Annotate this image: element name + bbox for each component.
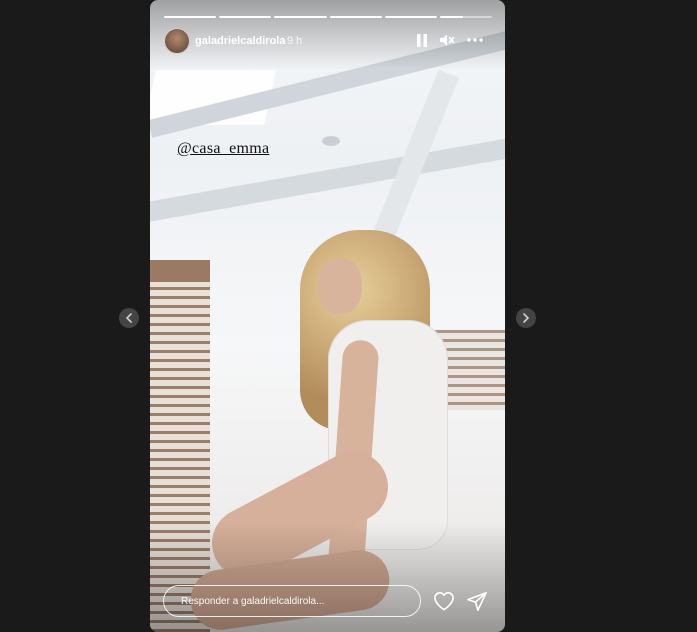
progress-segment [384,16,437,18]
muted-speaker-icon [440,34,455,46]
pause-icon [417,33,427,47]
pause-button[interactable] [413,31,431,49]
progress-segment [439,16,493,18]
mute-button[interactable] [438,31,456,49]
progress-fill [274,16,327,18]
progress-segment [219,16,272,18]
progress-fill [384,16,437,18]
reply-input[interactable] [179,594,420,608]
progress-fill [219,16,272,18]
window-frame [150,260,210,282]
story-progress [164,16,493,18]
previous-story-button[interactable] [119,308,139,328]
progress-fill [329,16,382,18]
next-story-button[interactable] [516,308,536,328]
progress-fill [164,16,217,18]
story-viewer [150,0,505,632]
chevron-left-icon [125,313,132,323]
paper-plane-icon [467,592,487,611]
story-time: 9 h [287,35,303,47]
progress-segment [274,16,327,18]
heart-icon [434,592,454,611]
light-fixture [322,136,340,146]
share-button[interactable] [465,589,489,613]
avatar[interactable] [164,28,190,54]
progress-segment [164,16,217,18]
mention-sticker[interactable]: @casa_emma [177,140,269,158]
reply-field[interactable] [163,585,421,617]
story-photo-face [318,258,362,314]
like-button[interactable] [432,589,456,613]
progress-fill [439,16,464,18]
chevron-right-icon [523,313,530,323]
more-dots-icon [467,38,483,42]
more-options-button[interactable] [466,31,484,49]
story-username[interactable]: galadrielcaldirola [195,35,285,47]
progress-segment [329,16,382,18]
